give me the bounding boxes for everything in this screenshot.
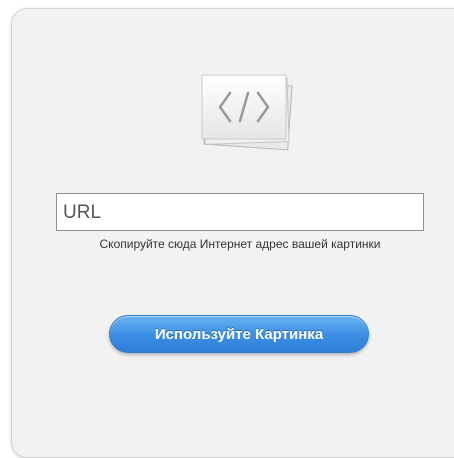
url-hint-text: Скопируйте сюда Интернет адрес вашей кар…	[99, 237, 381, 251]
code-brackets-icon	[201, 74, 293, 151]
use-image-button[interactable]: Используйте Картинка	[109, 315, 369, 353]
url-input[interactable]	[56, 193, 424, 231]
image-url-panel	[11, 8, 454, 458]
